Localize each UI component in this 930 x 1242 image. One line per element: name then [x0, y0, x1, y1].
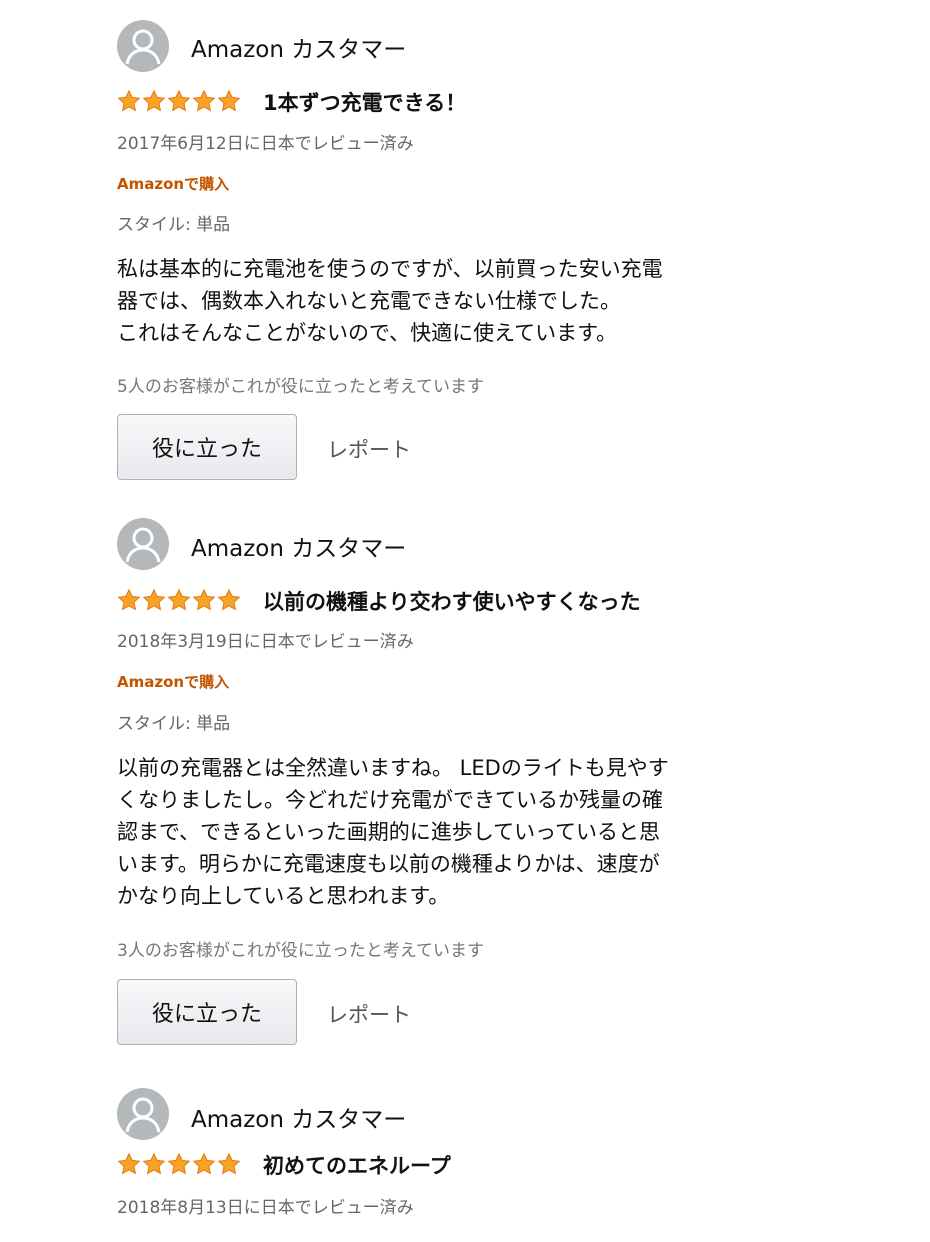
- star-icon: [142, 588, 166, 612]
- review-body-line: くなりましたし。今どれだけ充電ができているか残量の確: [117, 788, 663, 812]
- star-icon: [217, 588, 241, 612]
- star-rating[interactable]: [117, 588, 241, 612]
- star-icon: [192, 89, 216, 113]
- star-icon: [192, 588, 216, 612]
- review-body-line: 私は基本的に充電池を使うのですが、以前買った安い充電: [117, 257, 663, 281]
- verified-purchase-badge: Amazonで購入: [117, 175, 230, 193]
- review-body-line: これはそんなことがないので、快適に使えています。: [117, 321, 618, 345]
- review-title[interactable]: 以前の機種より交わす使いやすくなった: [263, 586, 641, 616]
- review-body-line: 以前の充電器とは全然違いますね。 LEDのライトも見やす: [117, 756, 669, 780]
- review-body: 以前の充電器とは全然違いますね。 LEDのライトも見やす くなりましたし。今どれ…: [117, 752, 737, 912]
- verified-purchase-badge: Amazonで購入: [117, 673, 230, 691]
- star-icon: [217, 1152, 241, 1176]
- review-title[interactable]: 1本ずつ充電できる！: [263, 87, 466, 117]
- avatar-icon: [117, 20, 169, 72]
- review-body: 私は基本的に充電池を使うのですが、以前買った安い充電 器では、偶数本入れないと充…: [117, 253, 737, 349]
- avatar-icon: [117, 1088, 169, 1140]
- star-icon: [217, 89, 241, 113]
- star-icon: [167, 1152, 191, 1176]
- star-icon: [142, 1152, 166, 1176]
- star-icon: [117, 89, 141, 113]
- helpful-count: 3人のお客様がこれが役に立ったと考えています: [117, 941, 484, 961]
- review-body-line: かなり向上していると思われます。: [117, 884, 450, 908]
- star-rating[interactable]: [117, 1152, 241, 1176]
- report-link[interactable]: レポート: [327, 434, 411, 464]
- review-date: 2018年8月13日に日本でレビュー済み: [117, 1198, 414, 1218]
- star-icon: [142, 89, 166, 113]
- product-style: スタイル: 単品: [117, 215, 231, 235]
- review-date: 2018年3月19日に日本でレビュー済み: [117, 632, 414, 652]
- star-icon: [192, 1152, 216, 1176]
- reviewer-name[interactable]: Amazon カスタマー: [191, 30, 406, 64]
- star-icon: [117, 1152, 141, 1176]
- review-body-line: 認まで、できるといった画期的に進歩していっていると思: [117, 820, 661, 844]
- review-title[interactable]: 初めてのエネループ: [263, 1150, 451, 1180]
- star-icon: [167, 89, 191, 113]
- star-icon: [117, 588, 141, 612]
- avatar-icon: [117, 518, 169, 570]
- helpful-count: 5人のお客様がこれが役に立ったと考えています: [117, 377, 484, 397]
- star-icon: [167, 588, 191, 612]
- report-link[interactable]: レポート: [327, 999, 411, 1029]
- review-body-line: います。明らかに充電速度も以前の機種よりかは、速度が: [117, 852, 660, 876]
- review-body-line: 器では、偶数本入れないと充電できない仕様でした。: [117, 289, 621, 313]
- helpful-button[interactable]: 役に立った: [117, 979, 297, 1045]
- reviewer-name[interactable]: Amazon カスタマー: [191, 529, 406, 563]
- product-style: スタイル: 単品: [117, 714, 231, 734]
- reviewer-name[interactable]: Amazon カスタマー: [191, 1100, 406, 1134]
- star-rating[interactable]: [117, 89, 241, 113]
- review-date: 2017年6月12日に日本でレビュー済み: [117, 134, 414, 154]
- helpful-button[interactable]: 役に立った: [117, 414, 297, 480]
